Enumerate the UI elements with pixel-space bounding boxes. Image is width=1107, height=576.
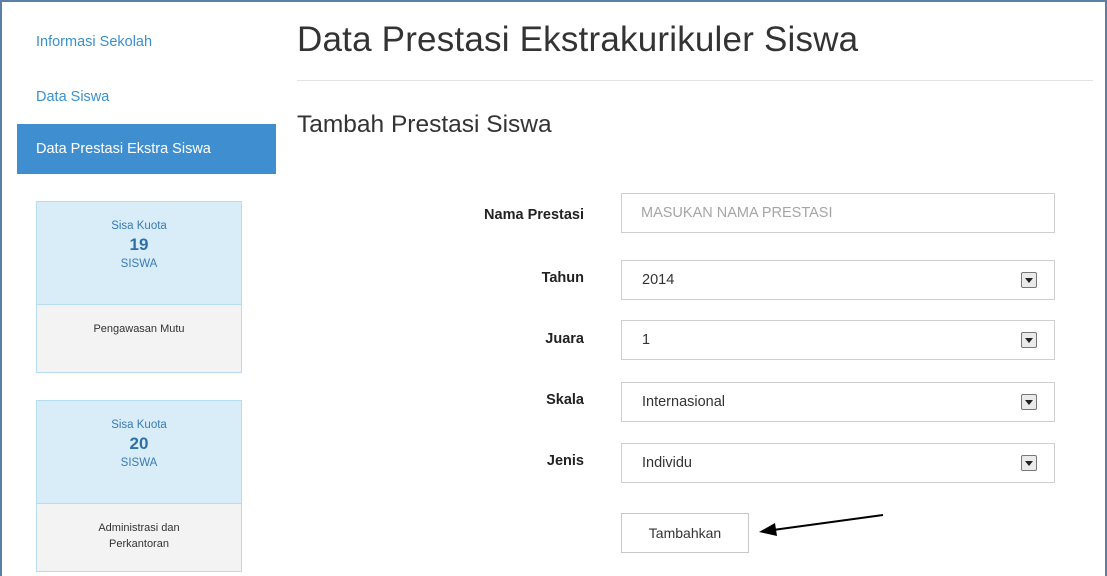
quota-count: 19 — [129, 235, 149, 254]
skala-select[interactable]: Internasional — [621, 382, 1055, 422]
arrow-left-icon — [759, 514, 884, 536]
nama-prestasi-label: Nama Prestasi — [484, 207, 584, 223]
skala-selected-value: Internasional — [642, 394, 726, 410]
juara-select[interactable]: 1 — [621, 320, 1055, 360]
jenis-selected-value: Individu — [642, 455, 692, 471]
sidebar-item-informasi-sekolah[interactable]: Informasi Sekolah — [17, 22, 276, 62]
quota-card-pengawasan-mutu: Sisa Kuota 19 SISWA Pengawasan Mutu — [36, 201, 242, 373]
skala-label: Skala — [546, 392, 584, 408]
section-title: Tambah Prestasi Siswa — [297, 111, 552, 138]
chevron-down-icon[interactable] — [1021, 394, 1037, 410]
quota-card-administrasi-perkantoran: Sisa Kuota 20 SISWA Administrasi dan Per… — [36, 400, 242, 572]
chevron-down-icon[interactable] — [1021, 332, 1037, 348]
chevron-down-icon[interactable] — [1021, 455, 1037, 471]
tambahkan-button[interactable]: Tambahkan — [621, 513, 749, 553]
juara-label: Juara — [545, 331, 584, 347]
tahun-select[interactable]: 2014 — [621, 260, 1055, 300]
quota-card-header: Sisa Kuota 19 SISWA — [37, 202, 241, 305]
juara-selected-value: 1 — [642, 332, 651, 348]
sidebar-item-data-prestasi-ekstra-siswa[interactable]: Data Prestasi Ekstra Siswa — [17, 124, 276, 174]
title-divider — [297, 80, 1093, 81]
jenis-select[interactable]: Individu — [621, 443, 1055, 483]
quota-program-name: Pengawasan Mutu — [37, 305, 241, 372]
sidebar-item-data-siswa[interactable]: Data Siswa — [17, 77, 276, 117]
quota-program-name: Administrasi dan Perkantoran — [37, 504, 241, 571]
quota-label: Sisa Kuota — [111, 220, 167, 232]
tahun-label: Tahun — [541, 270, 584, 286]
quota-card-header: Sisa Kuota 20 SISWA — [37, 401, 241, 504]
quota-count: 20 — [129, 434, 149, 453]
chevron-down-icon[interactable] — [1021, 272, 1037, 288]
page-title: Data Prestasi Ekstrakurikuler Siswa — [297, 20, 859, 59]
nama-prestasi-field — [621, 193, 1055, 233]
jenis-label: Jenis — [546, 453, 584, 469]
quota-unit: SISWA — [120, 457, 158, 469]
quota-label: Sisa Kuota — [111, 419, 167, 431]
nama-prestasi-input[interactable] — [622, 194, 1054, 232]
quota-unit: SISWA — [120, 258, 158, 270]
tahun-selected-value: 2014 — [642, 272, 675, 288]
